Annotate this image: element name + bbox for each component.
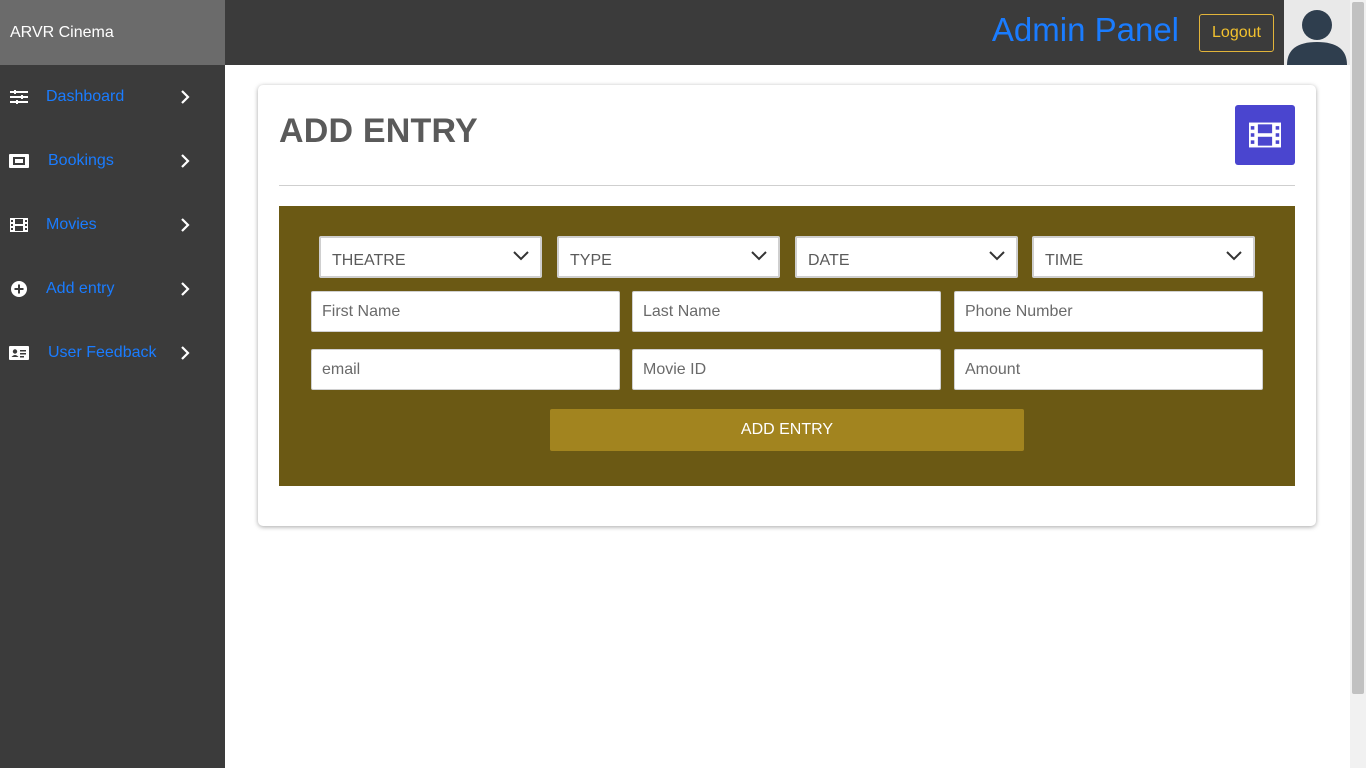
id-card-icon [9,345,29,361]
film-icon [9,217,29,233]
chevron-down-icon [989,251,1005,261]
ticket-icon [9,153,29,169]
chevron-down-icon [513,251,529,261]
sidebar-item-label: Dashboard [46,88,125,105]
add-entry-card: ADD ENTRY THEATRE TYPE DATE TIME First N… [258,85,1316,526]
type-select[interactable]: TYPE [557,236,780,278]
date-select[interactable]: DATE [795,236,1018,278]
amount-field[interactable] [954,349,1263,390]
chevron-down-icon [751,251,767,261]
movie-id-field[interactable] [632,349,941,390]
user-avatar-icon[interactable] [1284,0,1350,65]
email-field[interactable] [311,349,620,390]
plus-circle-icon [9,281,29,297]
add-entry-button[interactable]: ADD ENTRY [550,409,1024,451]
chevron-right-icon [181,154,190,168]
sliders-icon [9,89,29,105]
sidebar-item-label: Bookings [48,152,114,169]
sidebar-item-bookings[interactable]: Bookings [0,129,225,193]
date-select-value: DATE [808,252,850,269]
vertical-scrollbar[interactable] [1350,0,1366,768]
sidebar-item-dashboard[interactable]: Dashboard [0,65,225,129]
chevron-right-icon [181,218,190,232]
logout-button[interactable]: Logout [1199,14,1274,52]
sidebar-item-movies[interactable]: Movies [0,193,225,257]
add-entry-form: THEATRE TYPE DATE TIME First Name Last N… [279,206,1295,486]
theatre-select[interactable]: THEATRE [319,236,542,278]
brand-name: ARVR Cinema [0,0,225,65]
first-name-field[interactable] [311,291,620,332]
chevron-right-icon [181,346,190,360]
sidebar-item-add-entry[interactable]: Add entry [0,257,225,321]
divider [279,185,1295,186]
time-select[interactable]: TIME [1032,236,1255,278]
time-select-value: TIME [1045,252,1084,269]
chevron-right-icon [181,90,190,104]
sidebar-item-label: User Feedback [48,344,157,361]
page-title: ADD ENTRY [279,112,478,150]
sidebar-nav: Dashboard Bookings Movies Add entry User… [0,65,225,385]
sidebar: ARVR Cinema Dashboard Bookings Movies Ad… [0,0,225,768]
chevron-down-icon [1226,251,1242,261]
sidebar-item-label: Add entry [46,280,115,297]
page-header-title: Admin Panel [991,11,1179,48]
sidebar-item-label: Movies [46,216,97,233]
topbar: Admin Panel Logout [225,0,1350,65]
theatre-select-value: THEATRE [332,252,406,269]
last-name-field[interactable] [632,291,941,332]
scrollbar-thumb[interactable] [1352,2,1364,694]
phone-number-field[interactable] [954,291,1263,332]
chevron-right-icon [181,282,190,296]
sidebar-item-user-feedback[interactable]: User Feedback [0,321,225,385]
film-icon [1235,105,1295,165]
type-select-value: TYPE [570,252,612,269]
